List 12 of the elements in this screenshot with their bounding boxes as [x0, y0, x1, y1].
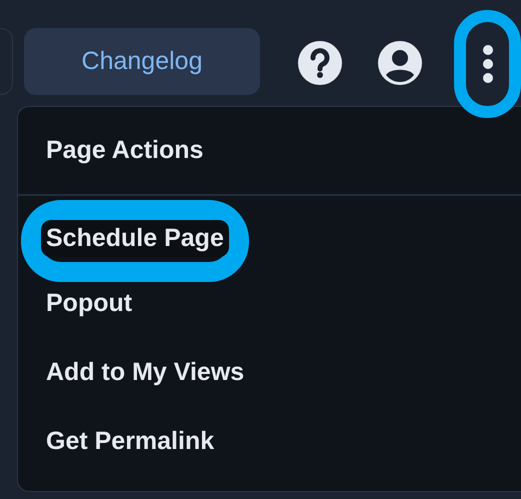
menu-title: Page Actions [18, 107, 521, 196]
changelog-button[interactable]: Changelog [24, 28, 260, 95]
help-icon [297, 40, 343, 86]
help-button[interactable] [297, 40, 343, 86]
user-icon [377, 40, 423, 86]
toolbar-field-edge [0, 28, 13, 95]
account-button[interactable] [377, 40, 423, 86]
menu-item[interactable]: Popout [21, 269, 158, 338]
kebab-menu-icon [482, 44, 494, 84]
menu-item[interactable]: Get Permalink [21, 407, 240, 476]
menu-item[interactable]: Schedule Page [41, 220, 229, 257]
menu-item[interactable]: Add to My Views [21, 338, 270, 407]
